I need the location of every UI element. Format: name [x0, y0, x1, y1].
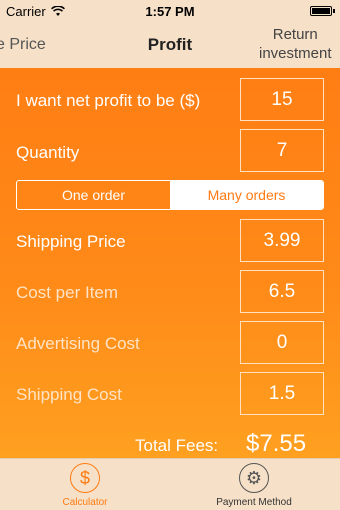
dollar-icon: $ [70, 463, 100, 493]
target-profit-field[interactable]: 15 [240, 78, 324, 121]
tab-bar: $ Calculator ⚙ Payment Method [0, 458, 340, 510]
tab-payment-method-label: Payment Method [216, 497, 292, 508]
target-profit-label: I want net profit to be ($) [16, 91, 201, 110]
order-mode-segmented-control: One order Many orders [16, 180, 324, 210]
nav-tab-return-line1: Return [272, 26, 318, 43]
status-time: 1:57 PM [145, 4, 195, 19]
segment-many-orders[interactable]: Many orders [170, 181, 323, 209]
shipping-cost-field[interactable]: 1.5 [240, 372, 324, 415]
segment-one-order[interactable]: One order [17, 181, 170, 209]
battery-fill [312, 8, 330, 14]
total-fees-label: Total Fees: [135, 436, 219, 455]
advertising-cost-field[interactable]: 0 [240, 321, 324, 364]
cost-per-item-label: Cost per Item [16, 283, 119, 302]
navigation-bar: e Price Profit Return investment [0, 22, 340, 68]
quantity-field[interactable]: 7 [240, 129, 324, 172]
tab-payment-method[interactable]: ⚙ Payment Method [204, 463, 304, 508]
quantity-label: Quantity [16, 143, 80, 162]
nav-tab-return-line2: investment [259, 45, 332, 62]
tab-calculator[interactable]: $ Calculator [40, 463, 130, 508]
total-fees-value: $7.55 [246, 430, 307, 457]
calculator-form: I want net profit to be ($) 15 Quantity … [0, 68, 340, 458]
shipping-cost-label: Shipping Cost [16, 385, 122, 404]
status-bar: Carrier 1:57 PM [0, 0, 340, 22]
nav-tab-return-investment[interactable]: Return investment [259, 25, 332, 63]
gear-icon: ⚙ [239, 463, 269, 493]
advertising-cost-label: Advertising Cost [16, 334, 140, 353]
shipping-price-label: Shipping Price [16, 232, 126, 251]
shipping-price-field[interactable]: 3.99 [240, 219, 324, 262]
tab-calculator-label: Calculator [62, 497, 108, 508]
cost-per-item-field[interactable]: 6.5 [240, 270, 324, 313]
battery-icon [310, 6, 335, 16]
